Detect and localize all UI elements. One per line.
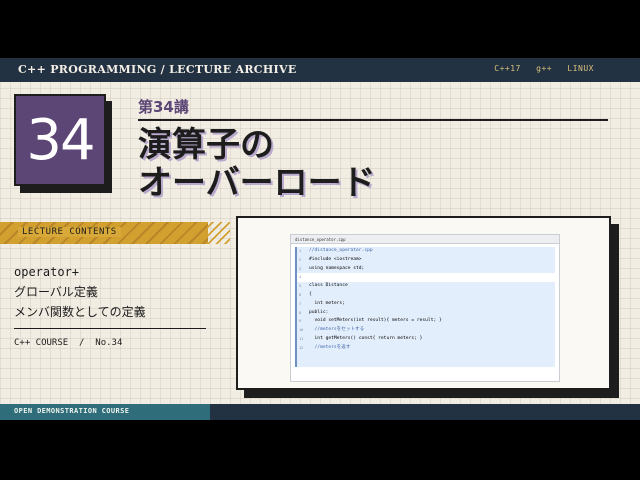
line-number: 12: [299, 345, 304, 350]
top-bar: C++ PROGRAMMING / LECTURE ARCHIVE C++17 …: [0, 58, 640, 82]
code-block: 1 //distance_operator.cpp 2 #include <iostr…: [295, 247, 555, 367]
lecture-title: 演算子の オーバーロード: [138, 126, 376, 202]
title-divider: [138, 119, 608, 121]
contents-item: メンバ関数としての定義: [14, 305, 146, 319]
code-text: using namespace std;: [309, 265, 365, 271]
code-text: public:: [309, 309, 329, 315]
line-number: 5: [299, 284, 302, 289]
lecture-title-line-1: 演算子の: [138, 125, 274, 165]
line-number: 4: [299, 275, 302, 280]
archive-title: C++ PROGRAMMING / LECTURE ARCHIVE: [18, 63, 297, 76]
line-number: 3: [299, 266, 302, 271]
code-line: 1 //distance_operator.cpp: [297, 247, 555, 256]
video-frame: C++ PROGRAMMING / LECTURE ARCHIVE C++17 …: [0, 58, 640, 420]
contents-item: operator+: [14, 265, 80, 279]
contents-divider: [14, 328, 206, 329]
line-number: 11: [299, 336, 304, 341]
contents-heading: LECTURE CONTENTS: [18, 227, 121, 237]
code-line: 2 #include <iostream>: [297, 256, 555, 265]
editor-file-tab: distance_operator.cpp: [291, 235, 559, 244]
line-number: 10: [299, 328, 304, 333]
code-editor-screenshot: distance_operator.cpp 1 //distance_operat…: [290, 234, 560, 382]
environment-tags: C++17 g++ LINUX: [494, 64, 594, 73]
code-text: void setMeters(int result){ meters = res…: [309, 318, 442, 324]
code-line: 9 void setMeters(int result){ meters = r…: [297, 317, 555, 326]
code-line: 6{: [297, 291, 555, 300]
code-text: #include <iostream>: [309, 256, 362, 262]
lecture-number: 34: [26, 107, 95, 173]
code-line: 3 using namespace std;: [297, 265, 555, 274]
line-number: 1: [299, 249, 302, 253]
code-line: 11 int getMeters() const{ return meters;…: [297, 335, 555, 344]
code-text: class Distance: [309, 283, 348, 289]
line-number: 7: [299, 301, 302, 306]
course-type-label: OPEN DEMONSTRATION COURSE: [14, 407, 130, 415]
banner-stripe-tail: [206, 222, 230, 244]
line-number: 9: [299, 319, 302, 324]
code-line: 12 //metersを返す: [297, 344, 555, 353]
code-line: 4: [297, 273, 555, 283]
line-number: 6: [299, 292, 302, 297]
contents-banner: LECTURE CONTENTS: [0, 222, 208, 244]
code-text: //metersを返す: [309, 344, 351, 350]
lecture-number-badge: 34: [14, 94, 106, 186]
code-line: 7 int meters;: [297, 300, 555, 309]
course-label: C++ COURSE / No.34: [14, 338, 123, 348]
code-text: {: [309, 291, 312, 297]
code-text: int meters;: [309, 300, 345, 306]
contents-item: グローバル定義: [14, 285, 98, 299]
code-text: int getMeters() const{ return meters; }: [309, 335, 423, 341]
lecture-title-line-2: オーバーロード: [138, 163, 376, 203]
code-text: //metersをセットする: [309, 327, 365, 333]
code-line: 5 class Distance: [297, 282, 555, 291]
code-panel: distance_operator.cpp 1 //distance_operat…: [236, 216, 611, 390]
code-text: //distance_operator.cpp: [309, 248, 373, 253]
code-line: 10 //metersをセットする: [297, 326, 555, 335]
line-number: 8: [299, 310, 302, 315]
lecture-label: 第34講: [138, 98, 189, 116]
code-line: 8 public:: [297, 309, 555, 318]
bottom-bar: OPEN DEMONSTRATION COURSE: [0, 404, 640, 420]
line-number: 2: [299, 257, 302, 262]
bottom-bar-accent: OPEN DEMONSTRATION COURSE: [0, 404, 210, 420]
contents-list: operator+ グローバル定義 メンバ関数としての定義: [14, 262, 146, 322]
